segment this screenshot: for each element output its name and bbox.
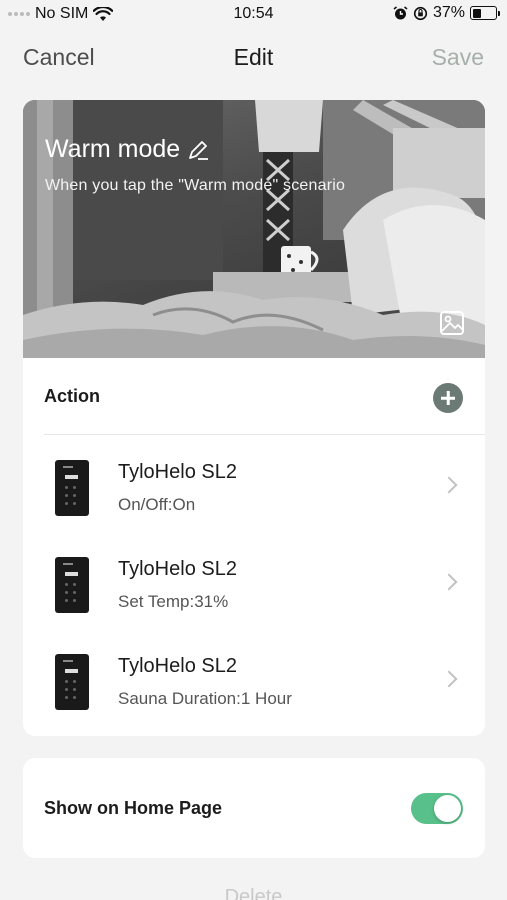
device-name: TyloHelo SL2	[118, 461, 237, 483]
status-right: 37%	[393, 4, 500, 22]
action-item[interactable]: TyloHelo SL2 On/Off:On	[23, 450, 485, 538]
battery-percent: 37%	[432, 4, 465, 21]
battery-icon	[470, 6, 500, 20]
action-detail: Sauna Duration:1 Hour	[118, 689, 292, 708]
device-thumbnail	[55, 654, 89, 710]
alarm-icon	[393, 5, 408, 19]
action-detail: On/Off:On	[118, 495, 196, 514]
show-on-home-card: Show on Home Page	[23, 758, 485, 858]
scene-name-text: Warm mode	[45, 135, 181, 163]
action-item[interactable]: TyloHelo SL2 Sauna Duration:1 Hour	[23, 644, 485, 732]
device-thumbnail	[55, 557, 89, 613]
action-detail: Set Temp:31%	[118, 592, 229, 611]
delete-button[interactable]: Delete	[0, 886, 507, 900]
pencil-icon[interactable]	[186, 138, 210, 162]
save-button[interactable]: Save	[432, 44, 484, 71]
divider	[44, 434, 485, 435]
device-thumbnail	[55, 460, 89, 516]
scene-name[interactable]: Warm mode	[45, 135, 210, 164]
image-icon[interactable]	[439, 310, 465, 336]
action-card: Action TyloHelo SL2 On/Off:On TyloHelo S…	[23, 358, 485, 736]
scene-cover-image: Warm mode When you tap the "Warm mode" s…	[23, 100, 485, 358]
device-name: TyloHelo SL2	[118, 655, 237, 677]
nav-bar: Cancel Edit Save	[0, 38, 507, 78]
show-on-home-label: Show on Home Page	[44, 798, 223, 818]
action-header: Action	[44, 386, 100, 406]
chevron-right-icon	[440, 573, 458, 591]
plus-circle-icon[interactable]	[433, 383, 463, 413]
chevron-right-icon	[440, 670, 458, 688]
status-bar: No SIM 10:54 37%	[0, 0, 507, 30]
orientation-lock-icon	[413, 6, 428, 20]
device-name: TyloHelo SL2	[118, 558, 237, 580]
action-item[interactable]: TyloHelo SL2 Set Temp:31%	[23, 547, 485, 635]
battery-fill	[472, 8, 481, 18]
scene-description: When you tap the "Warm mode" scenario	[45, 177, 346, 194]
show-on-home-toggle[interactable]	[411, 793, 463, 824]
toggle-knob	[434, 795, 461, 822]
chevron-right-icon	[440, 476, 458, 494]
